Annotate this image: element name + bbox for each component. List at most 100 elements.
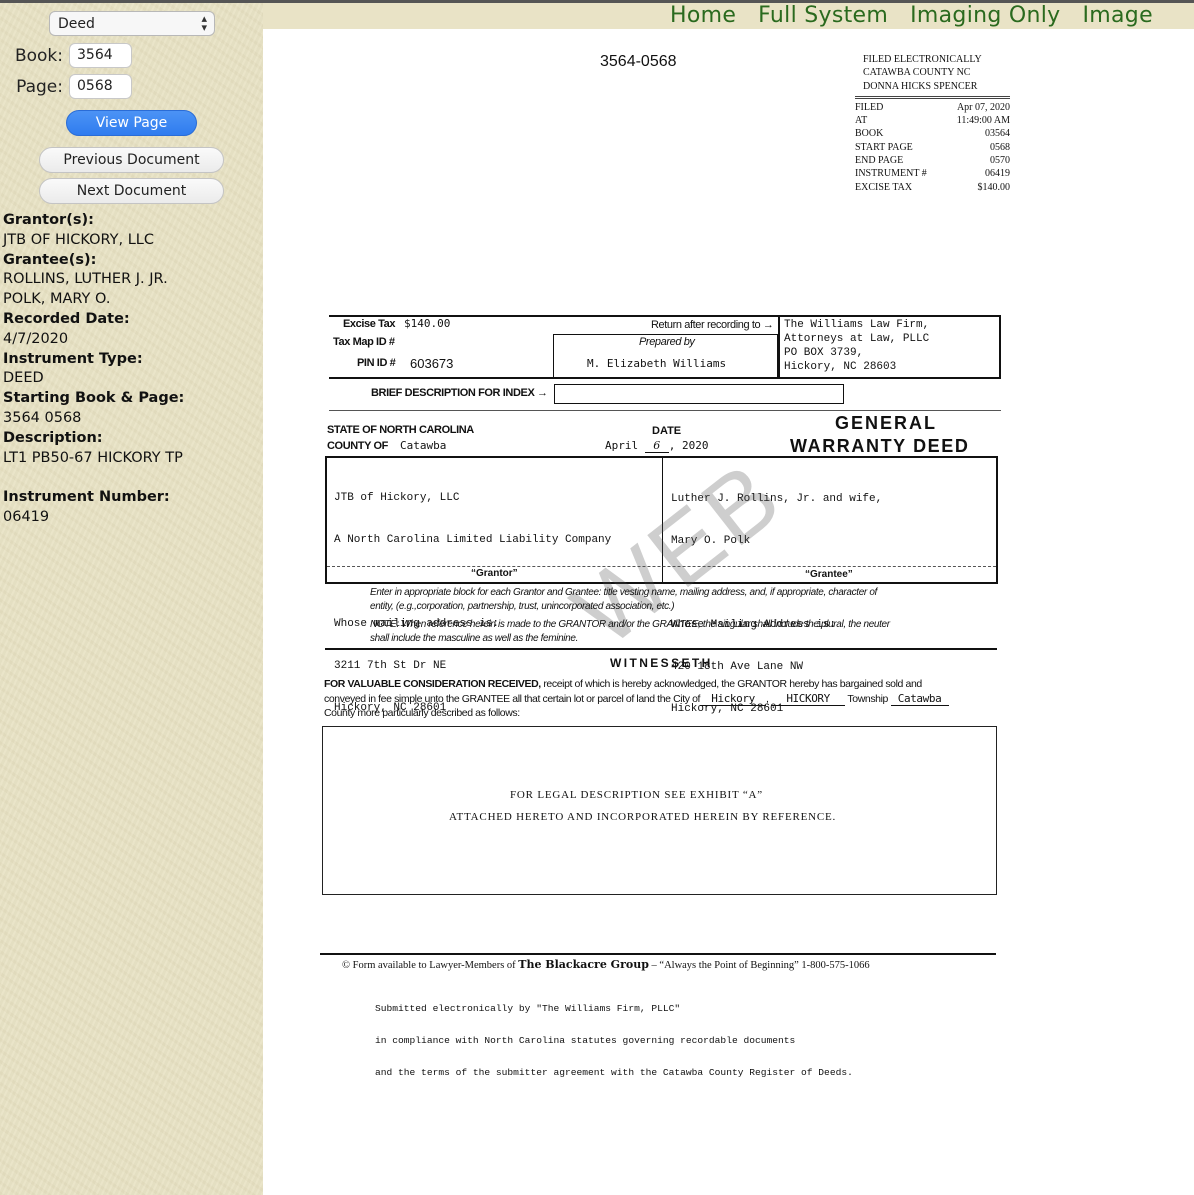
nav-link-image[interactable]: Image: [1083, 3, 1153, 28]
recorded-date-value: 4/7/2020: [3, 330, 69, 347]
instrument-number-label: Instrument Number:: [3, 489, 170, 506]
description-label: Description:: [3, 429, 103, 446]
grantee-caption: “Grantee”: [805, 569, 853, 580]
pin-id-value: 603673: [410, 356, 454, 371]
stamp-row: INSTRUMENT # 06419: [855, 167, 1010, 180]
document-metadata: Grantor(s): JTB OF HICKORY, LLC Grantee(…: [3, 211, 258, 528]
nav-link-imaging-only[interactable]: Imaging Only: [910, 3, 1060, 28]
grantor-caption: “Grantor”: [471, 568, 518, 579]
return-address-line: PO BOX 3739,: [784, 347, 864, 359]
legal-description-line-1: FOR LEGAL DESCRIPTION SEE EXHIBIT “A”: [510, 789, 763, 801]
date-month: April: [605, 439, 639, 452]
stamp-row-key: AT: [855, 115, 868, 127]
document-image-viewer: 3564-0568 FILED ELECTRONICALLY CATAWBA C…: [263, 29, 1194, 1195]
brief-description-label: BRIEF DESCRIPTION FOR INDEX →: [371, 387, 548, 399]
description-value: LT1 PB50-67 HICKORY TP: [3, 449, 183, 466]
instrument-number-value: 06419: [3, 508, 50, 525]
form-footer: © Form available to Lawyer-Members of Th…: [342, 958, 870, 971]
recorded-date-label: Recorded Date:: [3, 310, 130, 327]
date-year: , 2020: [668, 439, 709, 452]
submission-line: and the terms of the submitter agreement…: [375, 1067, 853, 1079]
stamp-row: START PAGE 0568: [855, 141, 1010, 154]
submission-line: Submitted electronically by "The William…: [375, 1002, 681, 1014]
grantor-line: JTB of Hickory, LLC: [334, 492, 460, 504]
stamp-row-key: START PAGE: [855, 141, 913, 153]
grantee-value-1: ROLLINS, LUTHER J. JR.: [3, 271, 168, 288]
prepared-by-value: M. Elizabeth Williams: [587, 357, 727, 370]
form-footer-tagline: – “Always the Point of Beginning” 1-800-…: [651, 960, 870, 971]
deed-title-line-1: GENERAL: [835, 413, 938, 433]
instrument-type-label: Instrument Type:: [3, 350, 143, 367]
city-value: Hickory: [700, 692, 767, 706]
consideration-bold: FOR VALUABLE CONSIDERATION RECEIVED,: [324, 678, 541, 690]
stamp-row-key: EXCISE TAX: [855, 181, 913, 193]
return-address: The Williams Law Firm, Attorneys at Law,…: [784, 318, 929, 374]
stamp-row: BOOK 03564: [855, 127, 1010, 140]
sidebar: Deed ▴ ▾ Book: 3564 Page: 0568 View Page Pr…: [0, 3, 263, 1195]
stamp-line-3: DONNA HICKS SPENCER: [863, 80, 978, 92]
page-row: Page: 0568: [13, 74, 132, 99]
document-header-id: 3564-0568: [600, 53, 677, 70]
consideration-line-1: FOR VALUABLE CONSIDERATION RECEIVED, rec…: [324, 678, 922, 690]
stamp-row: END PAGE 0570: [855, 154, 1010, 167]
nav-link-home[interactable]: Home: [670, 3, 736, 28]
submission-line: in compliance with North Carolina statut…: [375, 1034, 796, 1046]
previous-document-button[interactable]: Previous Document: [39, 147, 224, 173]
township-value: HICKORY: [771, 692, 846, 706]
grantor-line: 3211 7th St Dr NE: [334, 660, 447, 672]
book-page-value: 3564 0568: [3, 409, 82, 426]
return-after-text: Return after recording to: [651, 319, 761, 331]
date-label: DATE: [652, 425, 682, 437]
date-value: April 6, 2020: [605, 439, 709, 453]
brief-description-text: BRIEF DESCRIPTION FOR INDEX: [371, 387, 535, 399]
deed-title-line-2: WARRANTY DEED: [790, 436, 970, 456]
prepared-by-label: Prepared by: [639, 336, 695, 348]
book-page-label: Starting Book & Page:: [3, 390, 185, 407]
grantor-value: JTB OF HICKORY, LLC: [3, 231, 154, 248]
date-day: 6: [644, 439, 669, 453]
stamp-row-value: 0570: [990, 155, 1010, 167]
stamp-row-value: $140.00: [977, 181, 1011, 193]
township-label: Township: [847, 693, 888, 705]
county-label: COUNTY OF: [327, 440, 388, 452]
stamp-row: EXCISE TAX $140.00: [855, 181, 1010, 194]
stamp-row-value: 0568: [990, 141, 1010, 153]
stamp-row-value: 03564: [985, 128, 1010, 140]
grantor-line: A North Carolina Limited Liability Compa…: [334, 534, 612, 546]
stamp-row-key: INSTRUMENT #: [855, 168, 927, 180]
state-label: STATE OF NORTH CAROLINA: [327, 424, 474, 436]
tax-map-label: Tax Map ID #: [333, 336, 395, 348]
county-value-2: Catawba: [890, 692, 949, 706]
stamp-row-value: 06419: [985, 168, 1010, 180]
page-input[interactable]: 0568: [69, 74, 132, 99]
submission-notice: Submitted electronically by "The William…: [375, 982, 853, 1101]
next-document-button[interactable]: Next Document: [39, 178, 224, 204]
stamp-row-value: Apr 07, 2020: [956, 101, 1010, 113]
county-value: Catawba: [400, 439, 447, 452]
stamp-row: AT 11:49:00 AM: [855, 114, 1010, 127]
instruction-line-1: Enter in appropriate block for each Gran…: [370, 587, 877, 598]
book-input[interactable]: 3564: [69, 43, 132, 68]
legal-description-line-2: ATTACHED HERETO AND INCORPORATED HEREIN …: [449, 811, 837, 823]
nav-link-full-system[interactable]: Full System: [758, 3, 888, 28]
consideration-line-3: County more particularly described as fo…: [324, 707, 520, 719]
excise-tax-label: Excise Tax: [343, 318, 396, 330]
return-after-label: Return after recording to →: [651, 319, 774, 331]
form-footer-text: © Form available to Lawyer-Members of: [342, 960, 516, 971]
document-type-select[interactable]: Deed ▴ ▾: [49, 11, 215, 36]
stamp-row: FILED Apr 07, 2020: [855, 101, 1010, 114]
filing-stamp: FILED ELECTRONICALLY CATAWBA COUNTY NC D…: [855, 53, 1010, 194]
return-address-line: Attorneys at Law, PLLC: [784, 333, 930, 345]
pin-id-label: PIN ID #: [357, 357, 396, 369]
blackacre-logo-text: The Blackacre Group: [518, 958, 649, 971]
return-address-line: Hickory, NC 28603: [784, 361, 897, 373]
stamp-rows: FILED Apr 07, 2020 AT 11:49:00 AM BOOK 03564 S…: [855, 101, 1010, 194]
excise-tax-value: $140.00: [404, 317, 451, 330]
return-address-line: The Williams Law Firm,: [784, 319, 930, 331]
stamp-row-value: 11:49:00 AM: [956, 115, 1010, 127]
instrument-type-value: DEED: [3, 370, 44, 387]
view-page-button[interactable]: View Page: [66, 110, 197, 136]
grantee-label: Grantee(s):: [3, 251, 97, 268]
consideration-line-2: conveyed in fee simple unto the GRANTEE …: [324, 692, 949, 706]
note-line-2: shall include the masculine as well as t…: [370, 633, 579, 644]
